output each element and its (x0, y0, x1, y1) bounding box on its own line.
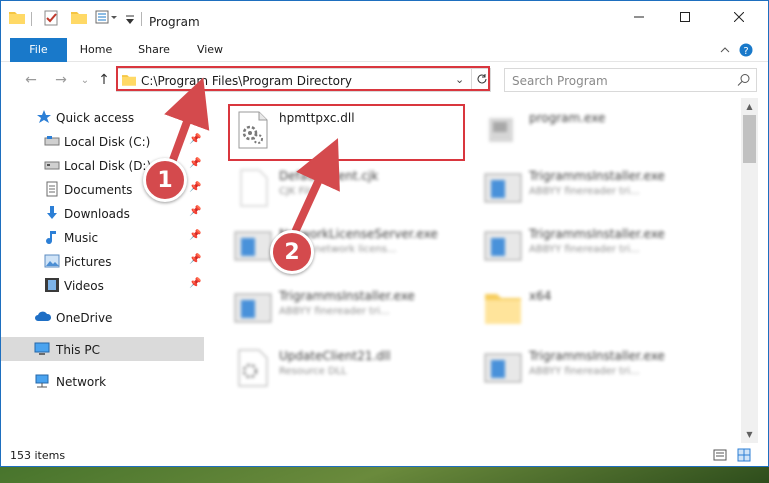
annotation-badge-1: 1 (143, 158, 187, 202)
arrow-1 (164, 77, 210, 172)
annotation-arrows (164, 77, 340, 234)
annotation-badge-2: 2 (270, 230, 314, 274)
arrow-2 (292, 138, 340, 234)
